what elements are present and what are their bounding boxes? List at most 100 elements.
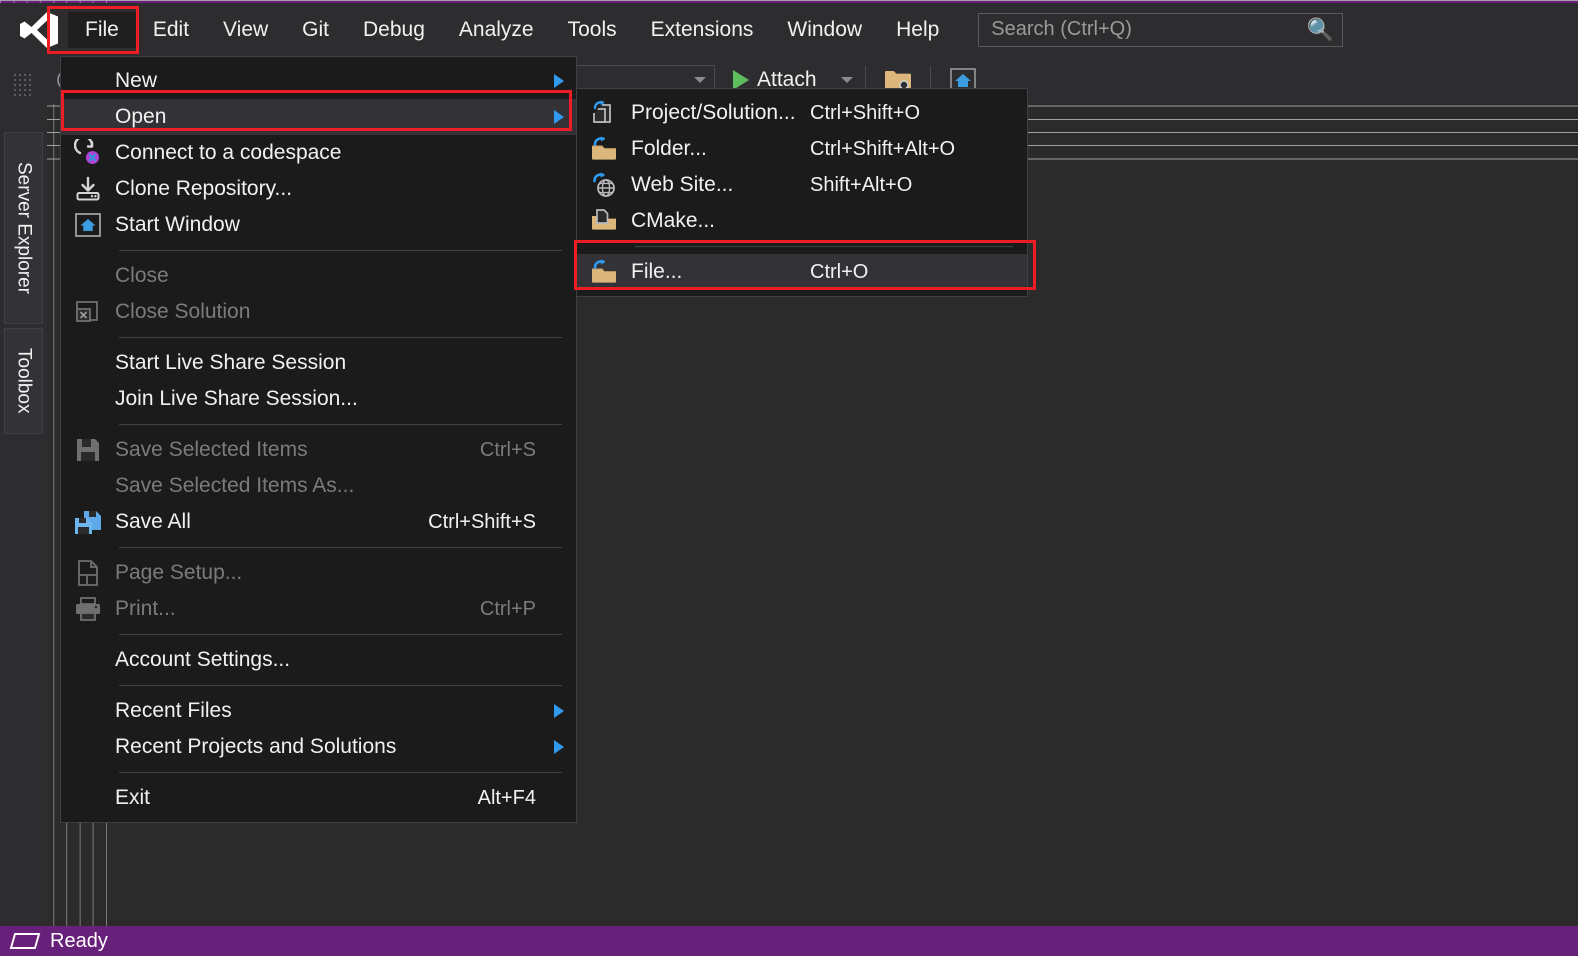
- chevron-down-icon[interactable]: [840, 77, 853, 83]
- menu-item-clone-repository[interactable]: Clone Repository...: [61, 171, 576, 207]
- grip-dot: [19, 89, 21, 91]
- search-box[interactable]: 🔍: [978, 12, 1344, 47]
- grip-dot: [24, 94, 26, 96]
- close-solution-icon: [61, 299, 115, 325]
- menu-item-file[interactable]: File... Ctrl+O: [577, 254, 1027, 290]
- menubar-item-extensions[interactable]: Extensions: [634, 12, 771, 48]
- print-icon: [61, 596, 115, 622]
- status-bar: Ready: [0, 926, 1578, 956]
- menu-item-label: Page Setup...: [115, 561, 243, 584]
- clone-repository-icon: [74, 175, 102, 203]
- submenu-arrow-icon: [554, 110, 564, 124]
- menu-item-join-live-share-session[interactable]: Join Live Share Session...: [61, 381, 576, 417]
- open-project-icon: [589, 99, 619, 127]
- menu-item-exit[interactable]: Exit Alt+F4: [61, 780, 576, 816]
- menu-item-label: File...: [631, 260, 683, 283]
- submenu-arrow-icon: [554, 74, 564, 88]
- menubar-item-window[interactable]: Window: [770, 12, 879, 48]
- grip-dot: [19, 84, 21, 86]
- menu-item-label: Print...: [115, 597, 176, 620]
- menu-item-recent-files[interactable]: Recent Files: [61, 693, 576, 729]
- menu-item-label: Start Live Share Session: [115, 351, 347, 374]
- visual-studio-logo-icon: [16, 10, 62, 50]
- menu-item-label: Save All: [115, 510, 191, 533]
- menu-item-label: Recent Files: [115, 699, 232, 722]
- menu-item-shortcut: Ctrl+Shift+O: [810, 101, 921, 124]
- menubar-item-debug[interactable]: Debug: [346, 12, 442, 48]
- menu-item-save-all[interactable]: Save All Ctrl+Shift+S: [61, 504, 576, 540]
- menubar-item-tools[interactable]: Tools: [551, 12, 634, 48]
- grip-dot: [24, 84, 26, 86]
- ready-parallelogram-icon: [9, 933, 41, 949]
- sidebar-item-label: Toolbox: [13, 348, 35, 414]
- drag-grip-icon[interactable]: [14, 74, 32, 96]
- menu-separator: [119, 424, 562, 425]
- menu-item-save-selected-items-as: Save Selected Items As...: [61, 468, 576, 504]
- sidebar-item-server-explorer[interactable]: Server Explorer: [4, 132, 43, 324]
- menu-item-label: Save Selected Items: [115, 438, 308, 461]
- menu-item-cmake[interactable]: CMake...: [577, 203, 1027, 239]
- menu-item-shortcut: Shift+Alt+O: [810, 173, 913, 196]
- menu-item-start-window[interactable]: Start Window: [61, 207, 576, 243]
- open-file-icon: [589, 258, 619, 286]
- sidebar-item-label: Server Explorer: [13, 162, 35, 294]
- menu-item-account-settings[interactable]: Account Settings...: [61, 642, 576, 678]
- menu-item-connect-to-a-codespace[interactable]: Connect to a codespace: [61, 135, 576, 171]
- menu-item-recent-projects-and-solutions[interactable]: Recent Projects and Solutions: [61, 729, 576, 765]
- menu-item-label: Web Site...: [631, 173, 734, 196]
- visual-studio-window: Server Explorer Toolbox Attach File Edit…: [0, 0, 1578, 956]
- grip-dot: [19, 79, 21, 81]
- menu-item-label: Close Solution: [115, 300, 251, 323]
- open-website-icon: [589, 171, 619, 199]
- grip-dot: [19, 94, 21, 96]
- search-icon[interactable]: 🔍: [1307, 18, 1334, 41]
- menu-item-new[interactable]: New: [61, 63, 576, 99]
- save-icon: [75, 437, 101, 463]
- open-folder-icon: [577, 135, 631, 163]
- menu-item-label: Account Settings...: [115, 648, 291, 671]
- menu-item-project-solution[interactable]: Project/Solution... Ctrl+Shift+O: [577, 95, 1027, 131]
- grip-dot: [24, 89, 26, 91]
- menu-item-label: Exit: [115, 786, 151, 809]
- grip-dot: [19, 74, 21, 76]
- menu-item-shortcut: Ctrl+P: [479, 597, 536, 620]
- menu-item-label: Join Live Share Session...: [115, 387, 358, 410]
- search-input[interactable]: [991, 18, 1307, 41]
- file-menu-popup: New Open Connect to a codespace Clone Rep…: [60, 56, 577, 823]
- menu-separator: [119, 337, 562, 338]
- menu-item-shortcut: Ctrl+S: [479, 438, 536, 461]
- grip-dot: [29, 74, 31, 76]
- status-text: Ready: [50, 929, 108, 952]
- grip-dot: [29, 84, 31, 86]
- menubar-item-file[interactable]: File: [68, 11, 136, 48]
- menu-separator: [635, 246, 1013, 247]
- menu-item-label: Project/Solution...: [631, 101, 796, 124]
- grip-dot: [29, 94, 31, 96]
- grip-dot: [14, 94, 16, 96]
- menu-item-save-selected-items: Save Selected Items Ctrl+S: [61, 432, 576, 468]
- save-all-icon: [61, 508, 115, 536]
- menubar-item-git[interactable]: Git: [285, 12, 346, 48]
- grip-dot: [24, 79, 26, 81]
- menu-item-label: CMake...: [631, 209, 716, 232]
- menubar-item-view[interactable]: View: [206, 12, 285, 48]
- menu-item-folder[interactable]: Folder... Ctrl+Shift+Alt+O: [577, 131, 1027, 167]
- grip-dot: [14, 89, 16, 91]
- submenu-arrow-icon: [554, 740, 564, 754]
- menu-item-label: Open: [115, 105, 167, 128]
- menubar-item-analyze[interactable]: Analyze: [442, 12, 551, 48]
- menu-item-start-live-share-session[interactable]: Start Live Share Session: [61, 345, 576, 381]
- menu-item-open[interactable]: Open: [61, 99, 576, 135]
- close-solution-icon: [74, 299, 102, 325]
- chevron-down-icon: [694, 77, 706, 83]
- save-all-icon: [73, 508, 103, 536]
- grip-dot: [14, 74, 16, 76]
- submenu-arrow-icon: [554, 704, 564, 718]
- menu-item-shortcut: Ctrl+Shift+Alt+O: [810, 137, 956, 160]
- menubar-item-help[interactable]: Help: [879, 12, 956, 48]
- menubar-item-edit[interactable]: Edit: [136, 12, 206, 48]
- sidebar-item-toolbox[interactable]: Toolbox: [4, 328, 43, 434]
- menu-item-web-site[interactable]: Web Site... Shift+Alt+O: [577, 167, 1027, 203]
- left-tool-dock: Server Explorer Toolbox: [0, 56, 47, 926]
- menu-item-shortcut: Alt+F4: [477, 786, 536, 809]
